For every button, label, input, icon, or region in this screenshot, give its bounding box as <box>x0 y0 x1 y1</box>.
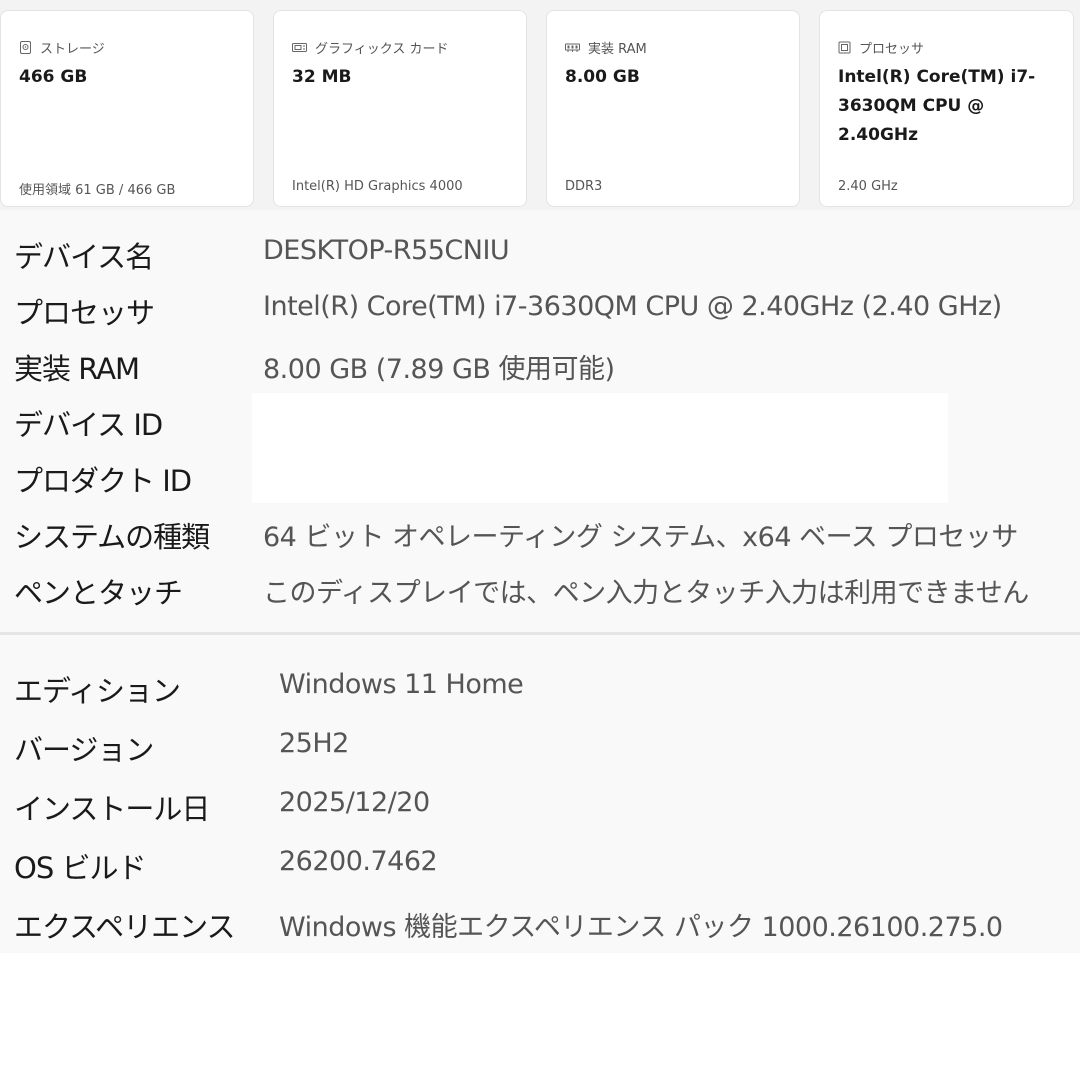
card-value: Intel(R) Core(TM) i7-3630QM CPU @ 2.40GH… <box>838 67 1036 145</box>
card-subtext: 2.40 GHz <box>838 179 898 194</box>
card-header: グラフィックス カード <box>292 38 448 57</box>
card-label: プロセッサ <box>859 42 925 57</box>
spec-label: ペンとタッチ <box>14 576 183 610</box>
redacted-ids-block <box>252 393 948 503</box>
spec-label: プロダクト ID <box>14 464 192 498</box>
card-header: ストレージ <box>19 38 105 57</box>
spec-value[interactable]: 2025/12/20 <box>279 787 430 818</box>
card-value: 466 GB <box>19 67 88 87</box>
spec-value[interactable]: 25H2 <box>279 728 349 759</box>
card-value: 8.00 GB <box>565 67 640 87</box>
spec-cards-area: ストレージ 466 GB 使用領域 61 GB / 466 GB グラフィックス… <box>0 0 1080 210</box>
card-subtext: DDR3 <box>565 179 603 194</box>
spec-label: デバイス名 <box>14 240 154 274</box>
card-value: 32 MB <box>292 67 352 87</box>
spec-label: エクスペリエンス <box>14 910 236 944</box>
spec-label: デバイス ID <box>14 408 163 442</box>
ram-icon <box>565 43 580 52</box>
graphics-card-card[interactable]: グラフィックス カード 32 MB Intel(R) HD Graphics 4… <box>273 10 527 207</box>
spec-label: プロセッサ <box>14 296 155 330</box>
graphics-card-icon <box>292 43 307 52</box>
spec-row-experience: エクスペリエンス Windows 機能エクスペリエンス パック 1000.261… <box>0 891 1080 949</box>
spec-value[interactable]: Windows 機能エクスペリエンス パック 1000.26100.275.0 <box>279 905 1003 944</box>
spec-row-pen-and-touch: ペンとタッチ このディスプレイでは、ペン入力とタッチ入力は利用できません <box>0 558 1080 614</box>
spec-row-device-name: デバイス名 DESKTOP-R55CNIU <box>0 222 1080 278</box>
spec-row-version: バージョン 25H2 <box>0 714 1080 772</box>
processor-card[interactable]: プロセッサ Intel(R) Core(TM) i7-3630QM CPU @ … <box>819 10 1074 207</box>
storage-icon <box>20 41 31 54</box>
spec-label: インストール日 <box>14 792 210 826</box>
device-specifications: デバイス名 DESKTOP-R55CNIU プロセッサ Intel(R) Cor… <box>0 210 1080 632</box>
spec-label: OS ビルド <box>14 851 146 885</box>
spec-label: システムの種類 <box>14 520 210 554</box>
spec-value[interactable]: 64 ビット オペレーティング システム、x64 ベース プロセッサ <box>263 515 1018 554</box>
card-label: ストレージ <box>40 42 105 57</box>
spec-value[interactable]: 8.00 GB (7.89 GB 使用可能) <box>263 347 615 386</box>
card-label: グラフィックス カード <box>315 42 449 57</box>
ram-card[interactable]: 実装 RAM 8.00 GB DDR3 <box>546 10 800 207</box>
spec-label: バージョン <box>14 733 154 767</box>
processor-icon <box>838 41 851 54</box>
card-header: プロセッサ <box>838 38 924 57</box>
card-header: 実装 RAM <box>565 38 647 57</box>
spec-row-os-build: OS ビルド 26200.7462 <box>0 832 1080 890</box>
spec-label: エディション <box>14 674 181 708</box>
storage-card[interactable]: ストレージ 466 GB 使用領域 61 GB / 466 GB <box>0 10 254 207</box>
card-subtext: Intel(R) HD Graphics 4000 <box>292 179 463 194</box>
card-label: 実装 RAM <box>588 42 647 57</box>
spec-value[interactable]: このディスプレイでは、ペン入力とタッチ入力は利用できません <box>263 571 1029 610</box>
spec-row-edition: エディション Windows 11 Home <box>0 655 1080 713</box>
spec-row-processor: プロセッサ Intel(R) Core(TM) i7-3630QM CPU @ … <box>0 278 1080 334</box>
spec-value[interactable]: DESKTOP-R55CNIU <box>263 235 510 266</box>
spec-row-install-date: インストール日 2025/12/20 <box>0 773 1080 831</box>
spec-row-system-type: システムの種類 64 ビット オペレーティング システム、x64 ベース プロセ… <box>0 502 1080 558</box>
spec-value[interactable]: Intel(R) Core(TM) i7-3630QM CPU @ 2.40GH… <box>263 291 1002 322</box>
spec-label: 実装 RAM <box>14 352 140 386</box>
spec-value[interactable]: 26200.7462 <box>279 846 438 877</box>
card-subtext: 使用領域 61 GB / 466 GB <box>19 183 176 198</box>
spec-value[interactable]: Windows 11 Home <box>279 669 524 700</box>
windows-specifications: エディション Windows 11 Home バージョン 25H2 インストール… <box>0 635 1080 953</box>
spec-row-installed-ram: 実装 RAM 8.00 GB (7.89 GB 使用可能) <box>0 334 1080 390</box>
